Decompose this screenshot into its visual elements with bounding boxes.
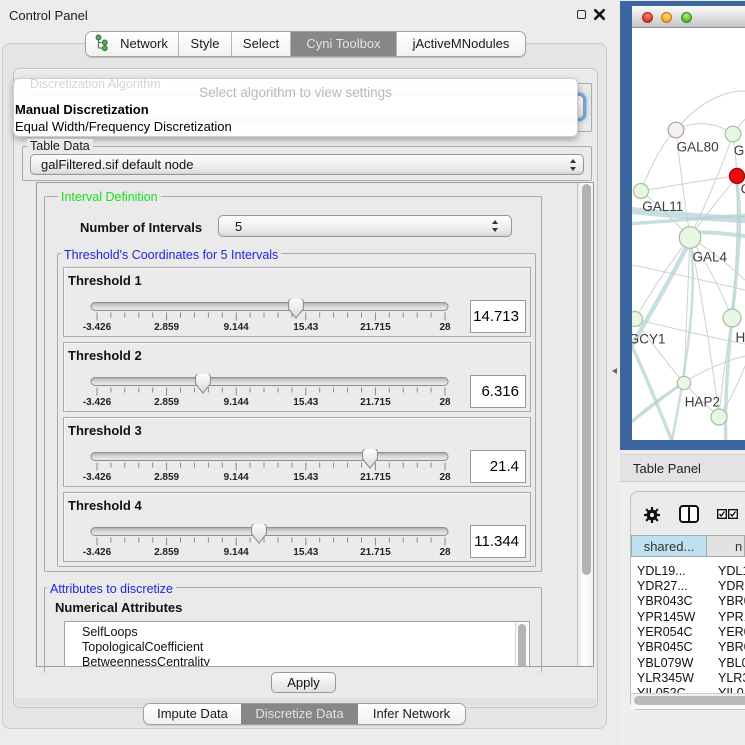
svg-text:G: G xyxy=(734,143,745,158)
svg-text:HAP2: HAP2 xyxy=(685,395,720,410)
svg-text:GAL80: GAL80 xyxy=(677,139,719,154)
svg-text:H: H xyxy=(736,330,745,345)
svg-text:GCY1: GCY1 xyxy=(632,332,665,347)
svg-text:GAL11: GAL11 xyxy=(642,199,683,214)
svg-text:C: C xyxy=(741,181,745,196)
svg-text:GAL4: GAL4 xyxy=(693,250,728,265)
